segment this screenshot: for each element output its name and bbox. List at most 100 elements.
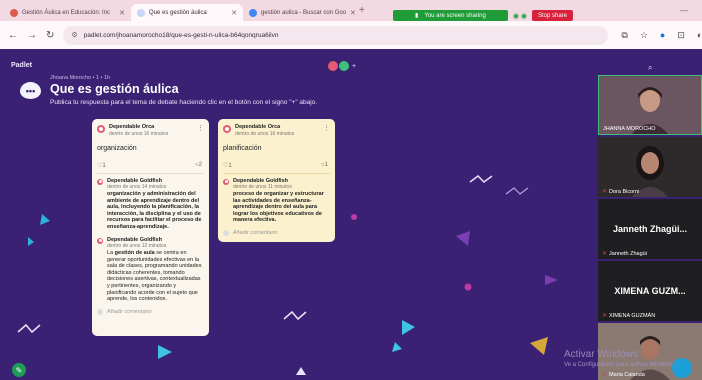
window-minimize-icon[interactable]: — <box>680 6 688 15</box>
like-count: 1 <box>228 162 232 169</box>
bookmark-star-icon[interactable]: ☆ <box>640 30 648 41</box>
comment-time: dentro de unos 11 minutos <box>233 184 292 190</box>
collaborator-avatars[interactable]: + <box>328 61 356 71</box>
post-header: Dependable Orca dentro de unos 16 minuto… <box>97 124 204 137</box>
post-card[interactable]: Dependable Orca dentro de unos 16 minuto… <box>218 119 335 242</box>
like-button[interactable]: ♡1 <box>223 162 232 169</box>
participant-name-text: Janneth Zhagüi <box>609 251 647 257</box>
dot-shape <box>351 214 357 220</box>
new-tab-button[interactable]: + <box>359 5 365 16</box>
participant-name: ✕ Maria Calanda <box>602 371 645 378</box>
comment-avatar-placeholder <box>97 308 103 315</box>
browser-tab-1[interactable]: Gestión Áulica en Educación: Inc ✕ <box>4 4 131 21</box>
participant-name: JHANNA MOROCHO <box>603 126 656 132</box>
zigzag-shape <box>469 175 493 183</box>
comment-text-rest: se centra en generar oportunidades efect… <box>107 250 202 303</box>
participant-name-text: Dora Bicorni <box>609 189 640 195</box>
board-description: Publica tu respuesta para el tema de deb… <box>50 99 318 106</box>
post-time: dentro de unos 16 minutos <box>109 130 169 137</box>
comments-button[interactable]: ○1 <box>321 162 328 169</box>
comment-time: dentro de unos 14 minutos <box>107 184 167 190</box>
breadcrumb: Jhoana Morocho • 1 • 1h <box>50 75 111 81</box>
participant-initials: Janneth Zhagüi... <box>612 224 687 234</box>
comments-button[interactable]: ○2 <box>195 162 202 169</box>
post-card[interactable]: Dependable Orca dentro de unos 16 minuto… <box>92 119 209 336</box>
avatar <box>223 125 231 133</box>
screen-share-bar: ▮ You are screen sharing ◉ ◉ Stop share <box>393 10 574 21</box>
extension-icon[interactable]: ● <box>660 30 665 40</box>
translate-icon[interactable]: ⧉ <box>621 30 627 41</box>
tab-close-icon[interactable]: ✕ <box>231 9 237 17</box>
post-body: planificación <box>223 144 262 152</box>
forward-icon[interactable]: → <box>27 30 37 41</box>
padlet-logo[interactable]: Padlet <box>11 62 32 69</box>
comment: Dependable Goldfish dentro de unos 11 mi… <box>223 178 330 224</box>
reload-icon[interactable]: ↻ <box>46 30 54 41</box>
comment-count: 1 <box>324 161 328 168</box>
search-icon[interactable]: ⌕ <box>648 63 652 73</box>
participant-tile[interactable]: ✕ Dora Bicorni <box>598 137 702 197</box>
triangle-shape <box>456 231 470 246</box>
stop-share-button[interactable]: Stop share <box>531 10 574 21</box>
post-reactions: ♡1 ○2 <box>97 162 204 169</box>
triangle-shape <box>28 237 34 246</box>
pen-icon[interactable]: ✎ <box>12 363 26 377</box>
participant-tile[interactable]: Janneth Zhagüi... ✕ Janneth Zhagüi <box>598 199 702 259</box>
triangle-shape <box>402 320 415 335</box>
browser-tab-2[interactable]: Que es gestión áulica ✕ <box>131 4 243 21</box>
comment-count: 2 <box>198 161 202 168</box>
triangle-shape <box>392 342 402 352</box>
video-participants-panel: JHANNA MOROCHO ✕ Dora Bicorni Janneth Zha… <box>598 75 702 380</box>
triangle-shape <box>158 345 172 359</box>
add-post-button[interactable] <box>672 358 692 378</box>
site-info-icon[interactable]: ⚙ <box>71 31 77 39</box>
extensions-puzzle-icon[interactable]: ⊡ <box>677 30 685 41</box>
add-comment-button[interactable]: Añadir comentario <box>97 308 204 315</box>
comment-text-bold: gestión de aula <box>114 250 155 257</box>
mic-off-icon: ✕ <box>602 189 608 195</box>
participant-tile[interactable]: XIMENA GUZM... ✕ XIMENA GUZMÁN <box>598 261 702 321</box>
add-comment-label: Añadir comentario <box>107 308 152 315</box>
back-icon[interactable]: ← <box>8 30 18 41</box>
divider <box>97 172 204 174</box>
tab-favicon-icon <box>249 8 257 17</box>
tab-favicon-icon <box>10 8 18 17</box>
collaborator-more: + <box>352 62 357 70</box>
comment-text: La gestión de aula se centra en generar … <box>107 250 204 303</box>
url-field[interactable]: ⚙ padlet.com/jhoanamorocho18/que-es-gest… <box>63 25 609 45</box>
profile-icon[interactable]: ◐ <box>697 30 702 40</box>
add-comment-label: Añadir comentario <box>233 229 278 236</box>
avatar <box>223 178 229 185</box>
post-menu-icon[interactable]: ⋮ <box>197 124 204 132</box>
triangle-shape <box>296 367 306 375</box>
post-time: dentro de unos 16 minutos <box>235 130 295 137</box>
like-button[interactable]: ♡1 <box>97 162 106 169</box>
screen-sharing-indicator: ▮ You are screen sharing <box>393 10 508 21</box>
tab-close-icon[interactable]: ✕ <box>119 9 125 17</box>
share-pause-icon[interactable]: ▮ <box>415 12 418 19</box>
browser-tab-3[interactable]: gestión aulica - Buscar con Goo ✕ <box>243 4 355 21</box>
tab-close-icon[interactable]: ✕ <box>350 9 355 17</box>
triangle-shape <box>40 214 50 225</box>
mic-off-icon: ✕ <box>602 372 608 378</box>
participant-tile[interactable]: JHANNA MOROCHO <box>598 75 702 135</box>
participant-name: ✕ XIMENA GUZMÁN <box>602 312 655 319</box>
participant-initials: XIMENA GUZM... <box>614 286 686 296</box>
participant-name-text: XIMENA GUZMÁN <box>609 313 656 319</box>
collaborator-avatar <box>328 61 338 71</box>
post-reactions: ♡1 ○1 <box>223 162 330 169</box>
triangle-shape <box>545 275 558 285</box>
avatar <box>97 178 103 185</box>
like-count: 1 <box>102 162 106 169</box>
add-comment-button[interactable]: Añadir comentario <box>223 229 330 236</box>
participant-name: ✕ Janneth Zhagüi <box>602 250 647 257</box>
zigzag-shape <box>17 323 41 334</box>
triangle-shape <box>530 337 548 355</box>
collaborator-avatar <box>339 61 349 71</box>
post-menu-icon[interactable]: ⋮ <box>323 124 330 132</box>
url-text: padlet.com/jhoanamorocho18/que-es-gesti-… <box>83 31 279 39</box>
tab-favicon-icon <box>137 8 145 17</box>
board-chat-icon: ••• <box>20 82 41 99</box>
share-options-icon[interactable]: ◉ ◉ <box>513 12 527 20</box>
comment-text: proceso de organizar y estructurar las a… <box>233 191 324 224</box>
